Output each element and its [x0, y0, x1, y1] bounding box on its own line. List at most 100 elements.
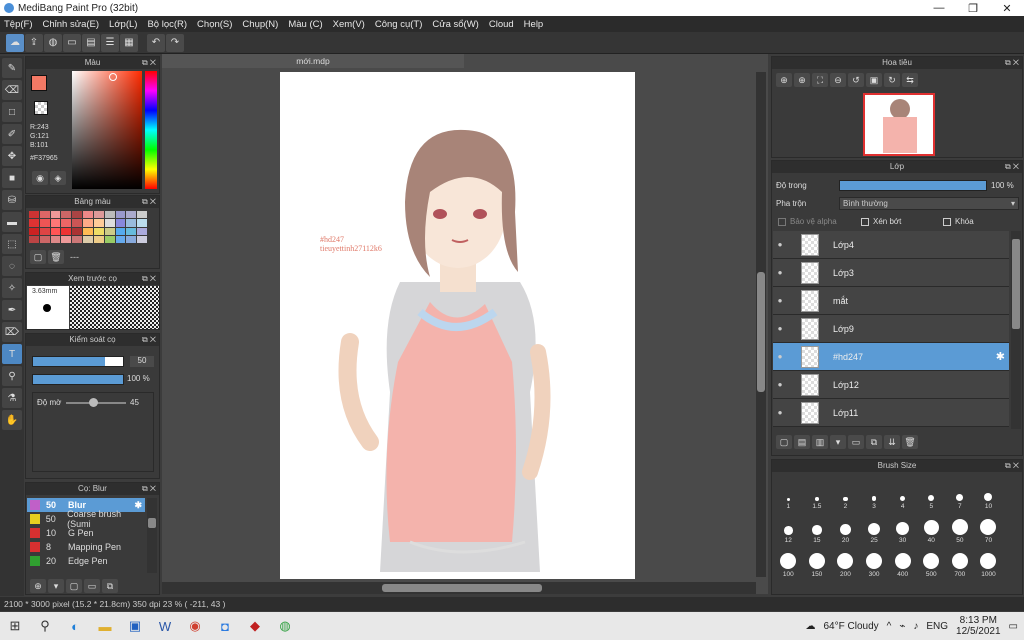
actual-size-icon[interactable]: ▣: [866, 73, 882, 87]
palette-swatch[interactable]: [29, 211, 39, 219]
brush-size-option[interactable]: 7: [946, 476, 975, 510]
navigator-thumbnail[interactable]: [863, 93, 935, 156]
eye-icon[interactable]: ●: [773, 240, 787, 249]
gear-icon[interactable]: ✱: [996, 350, 1005, 363]
eye-icon[interactable]: ●: [773, 324, 787, 333]
select-tool-icon[interactable]: ⬚: [2, 234, 22, 254]
palette-swatch[interactable]: [104, 211, 115, 219]
panel-controls-icon[interactable]: ⧉ ✕: [1005, 57, 1019, 69]
brush-size-option[interactable]: 40: [917, 510, 946, 544]
palette-swatch[interactable]: [115, 211, 126, 219]
fill-rect-tool-icon[interactable]: ■: [2, 168, 22, 188]
menu-filter[interactable]: Bộ lọc(R): [147, 19, 187, 30]
bucket-tool-icon[interactable]: ⛁: [2, 190, 22, 210]
grid-icon[interactable]: ▦: [120, 33, 138, 52]
panel-controls-icon[interactable]: ⧉ ✕: [142, 196, 156, 208]
palette-swatch[interactable]: [29, 219, 39, 227]
windows-start-icon[interactable]: ⊞: [0, 612, 30, 640]
canvas-horizontal-scrollbar[interactable]: [162, 582, 756, 594]
panel-controls-icon[interactable]: ⧉ ✕: [1005, 460, 1019, 472]
palette-swatch[interactable]: [115, 219, 126, 227]
close-button[interactable]: ✕: [990, 2, 1024, 15]
palette-swatch[interactable]: [72, 219, 83, 227]
add-brush-icon[interactable]: ⊕: [30, 579, 46, 593]
brush-size-option[interactable]: 4: [888, 476, 917, 510]
palette-swatch[interactable]: [61, 219, 72, 227]
magic-wand-tool-icon[interactable]: ✧: [2, 278, 22, 298]
palette-swatch[interactable]: [61, 227, 72, 235]
menu-color[interactable]: Màu (C): [288, 19, 322, 30]
menu-layer[interactable]: Lớp(L): [109, 19, 137, 30]
palette-swatch[interactable]: [137, 219, 147, 227]
palette-swatch[interactable]: [104, 219, 115, 227]
brush-size-option[interactable]: 200: [831, 544, 860, 578]
saturation-value-picker[interactable]: [72, 71, 142, 189]
eye-icon[interactable]: ●: [773, 408, 787, 417]
zalo-icon[interactable]: ◘: [210, 612, 240, 640]
menu-file[interactable]: Tệp(F): [4, 19, 33, 30]
protect-alpha-checkbox[interactable]: Bảo vệ alpha: [778, 217, 837, 226]
duplicate-icon[interactable]: ⧉: [102, 579, 118, 593]
menu-window[interactable]: Cửa sổ(W): [432, 19, 478, 30]
palette-swatch[interactable]: [126, 219, 137, 227]
notification-icon[interactable]: ▭: [1009, 621, 1018, 632]
hand-tool-icon[interactable]: ✋: [2, 410, 22, 430]
tray-chevron-icon[interactable]: ^: [887, 621, 892, 632]
new-halftone-layer-icon[interactable]: ▤: [794, 435, 810, 449]
panel-controls-icon[interactable]: ⧉ ✕: [1005, 161, 1019, 173]
eye-icon[interactable]: ●: [773, 352, 787, 361]
pen-tool-icon[interactable]: ✐: [2, 124, 22, 144]
palette-swatch[interactable]: [39, 211, 50, 219]
brush-size-slider[interactable]: [32, 356, 124, 367]
brush-size-option[interactable]: 30: [888, 510, 917, 544]
hue-slider[interactable]: [145, 71, 157, 189]
foreground-color-swatch[interactable]: [31, 75, 47, 91]
menu-snap[interactable]: Chụp(N): [242, 19, 278, 30]
palette-swatch[interactable]: [126, 235, 137, 243]
palette-swatch[interactable]: [93, 227, 104, 235]
language-indicator[interactable]: ENG: [926, 621, 948, 632]
palette-swatch[interactable]: [115, 227, 126, 235]
rectangle-tool-icon[interactable]: □: [2, 102, 22, 122]
canvas-vertical-scrollbar[interactable]: [756, 72, 766, 577]
maximize-button[interactable]: ❐: [956, 2, 990, 15]
lasso-tool-icon[interactable]: ◌: [2, 256, 22, 276]
lock-checkbox[interactable]: Khóa: [943, 217, 974, 226]
rotate-left-icon[interactable]: ↺: [848, 73, 864, 87]
palette-swatch[interactable]: [104, 227, 115, 235]
weather-text[interactable]: 64°F Cloudy: [824, 621, 879, 632]
folder-icon[interactable]: ▭: [84, 579, 100, 593]
speech-icon[interactable]: ▭: [63, 33, 81, 52]
clock-time[interactable]: 8:13 PM: [956, 615, 1001, 626]
brush-size-option[interactable]: 5: [917, 476, 946, 510]
select-eraser-tool-icon[interactable]: ⌦: [2, 322, 22, 342]
duplicate-layer-icon[interactable]: ⧉: [866, 435, 882, 449]
new-layer-icon[interactable]: ▢: [776, 435, 792, 449]
eye-icon[interactable]: ●: [773, 380, 787, 389]
palette-swatch[interactable]: [93, 211, 104, 219]
palette-swatch[interactable]: [50, 219, 61, 227]
brush-size-option[interactable]: 300: [860, 544, 889, 578]
eye-icon[interactable]: ●: [773, 296, 787, 305]
redo-icon[interactable]: ↷: [166, 33, 184, 52]
clipping-checkbox[interactable]: Xén bớt: [861, 217, 901, 226]
palette-swatch[interactable]: [39, 219, 50, 227]
eyedropper-tool-icon[interactable]: ⚗: [2, 388, 22, 408]
text-tool-icon[interactable]: T: [2, 344, 22, 364]
cloud-icon[interactable]: ☁: [6, 33, 24, 52]
palette-swatch[interactable]: [137, 227, 147, 235]
palette-swatch[interactable]: [50, 227, 61, 235]
panel-controls-icon[interactable]: ⧉ ✕: [142, 57, 156, 69]
merge-layer-icon[interactable]: ⇊: [884, 435, 900, 449]
layer-row[interactable]: ● Lớp4: [773, 231, 1009, 259]
palette-swatch[interactable]: [126, 211, 137, 219]
layer-row[interactable]: ● #hd247 ✱: [773, 343, 1009, 371]
menu-tools[interactable]: Công cụ(T): [375, 19, 423, 30]
brush-size-option[interactable]: 12: [774, 510, 803, 544]
brush-size-option[interactable]: 1.5: [803, 476, 832, 510]
palette-swatch[interactable]: [39, 227, 50, 235]
brush-size-option[interactable]: 25: [860, 510, 889, 544]
zoom-in-icon[interactable]: ⊕: [776, 73, 792, 87]
flip-icon[interactable]: ⇆: [902, 73, 918, 87]
eraser-tool-icon[interactable]: ⌫: [2, 80, 22, 100]
